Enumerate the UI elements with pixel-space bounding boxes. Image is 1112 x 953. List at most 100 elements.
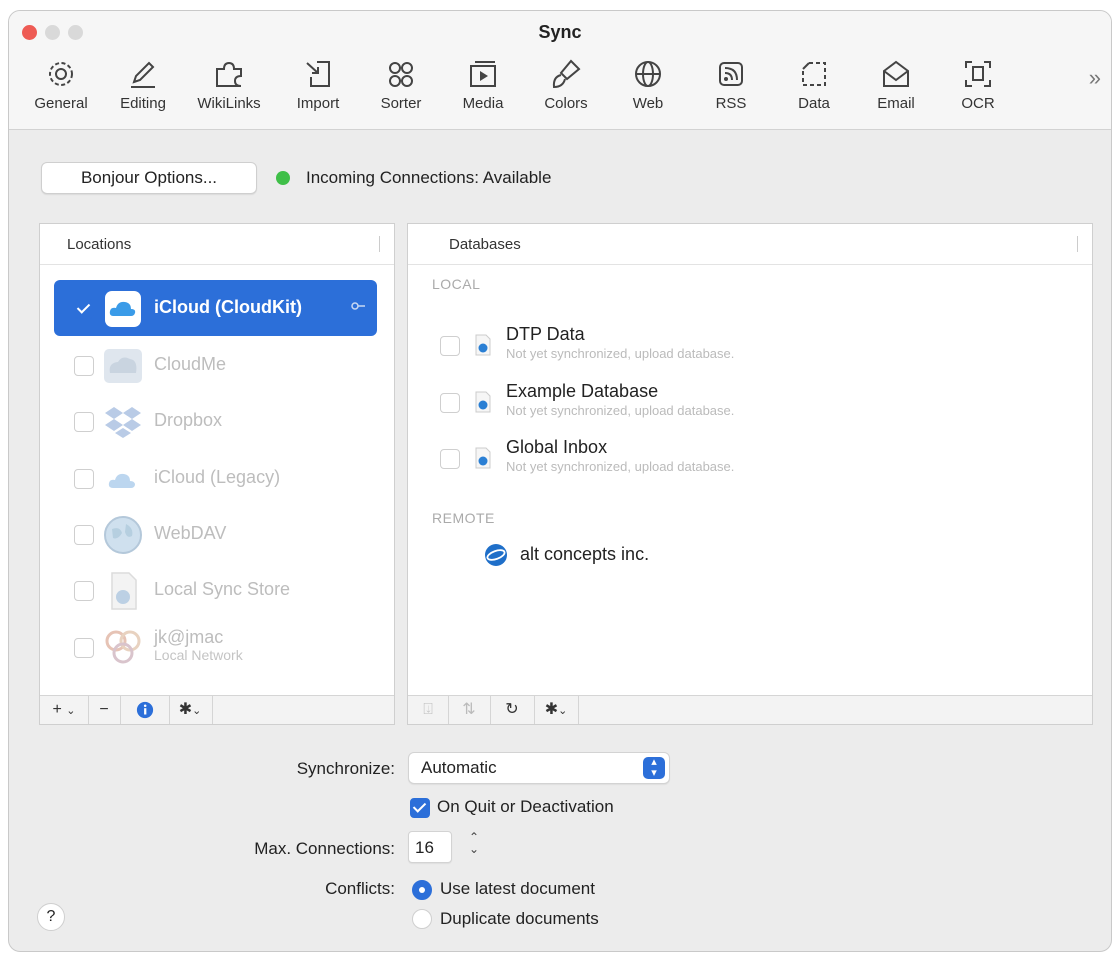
database-checkbox[interactable] [440, 336, 460, 356]
location-checkbox[interactable] [74, 638, 94, 658]
toolbar-overflow-chevron-icon[interactable]: » [1089, 65, 1101, 91]
toolbar-email[interactable]: Email [857, 57, 935, 117]
synchronize-value: Automatic [421, 758, 497, 777]
location-checkbox[interactable] [74, 299, 94, 319]
toolbar-email-label: Email [877, 95, 915, 112]
database-actions-button[interactable]: ✱⌄ [534, 696, 579, 724]
envelope-icon [883, 60, 909, 87]
toolbar-sorter[interactable]: Sorter [362, 57, 440, 117]
location-icloud-legacy[interactable]: iCloud (Legacy) [54, 450, 377, 506]
toolbar-colors-label: Colors [544, 95, 588, 112]
remove-location-button[interactable]: − [88, 696, 121, 724]
refresh-button[interactable]: ↻ [490, 696, 535, 724]
toolbar-wikilinks[interactable]: WikiLinks [190, 57, 268, 117]
gear-action-icon: ✱ [178, 701, 193, 718]
databases-header: Databases [408, 224, 1092, 265]
import-icon [306, 61, 330, 87]
database-row-example-database[interactable]: Example Database Not yet synchronized, u… [440, 381, 1040, 431]
location-checkbox[interactable] [74, 525, 94, 545]
dropbox-icon [105, 407, 141, 438]
bonjour-network-icon [105, 630, 141, 664]
bonjour-options-button[interactable]: Bonjour Options... [41, 162, 257, 194]
connection-status-dot [276, 171, 290, 185]
remote-database-name: alt concepts inc. [520, 544, 650, 564]
toolbar-data-label: Data [798, 95, 830, 112]
toolbar-data[interactable]: Data [775, 57, 853, 117]
max-connections-stepper[interactable]: ⌃ ⌄ [464, 831, 484, 861]
conflict-option-latest: Use latest document [440, 879, 595, 898]
database-name: Global Inbox [506, 437, 608, 457]
sort-arrows-icon: ⇅ [462, 701, 476, 718]
key-icon [351, 302, 365, 310]
locations-pane: Locations iCloud (CloudKit) CloudMe Drop… [39, 223, 395, 725]
database-row-global-inbox[interactable]: Global Inbox Not yet synchronized, uploa… [440, 437, 1040, 487]
toolbar-general-label: General [34, 95, 88, 112]
locations-footer: + ⌄ − ✱⌄ [40, 695, 394, 724]
pencil-icon [131, 61, 155, 88]
add-location-button[interactable]: + ⌄ [40, 696, 89, 724]
location-webdav[interactable]: WebDAV [54, 506, 377, 562]
conflict-option-duplicate: Duplicate documents [440, 909, 599, 928]
database-row-dtp-data[interactable]: DTP Data Not yet synchronized, upload da… [440, 324, 1040, 374]
help-button[interactable]: ? [37, 903, 65, 931]
location-local-sync-store[interactable]: Local Sync Store [54, 562, 377, 618]
database-status: Not yet synchronized, upload database. [506, 403, 735, 418]
toolbar-media[interactable]: Media [444, 57, 522, 117]
location-actions-button[interactable]: ✱⌄ [168, 696, 213, 724]
toolbar-import-label: Import [296, 95, 340, 112]
gear-action-icon: ✱ [544, 701, 559, 718]
location-name: iCloud (CloudKit) [154, 297, 302, 317]
location-name: WebDAV [154, 523, 227, 543]
synchronize-label: Synchronize: [296, 759, 395, 778]
window-title: Sync [538, 22, 582, 42]
location-checkbox[interactable] [74, 412, 94, 432]
location-subtitle: Local Network [154, 647, 243, 663]
database-name: DTP Data [506, 324, 585, 344]
location-checkbox[interactable] [74, 581, 94, 601]
toolbar-rss[interactable]: RSS [692, 57, 770, 117]
import-database-button[interactable]: ⍗ [408, 696, 449, 724]
toolbar-editing-label: Editing [120, 95, 166, 112]
conflict-radio-latest[interactable] [412, 880, 432, 900]
cloudme-icon [104, 349, 142, 383]
location-cloudme[interactable]: CloudMe [54, 337, 377, 393]
ocr-icon [965, 61, 991, 87]
location-info-button[interactable] [120, 696, 170, 724]
toolbar-editing[interactable]: Editing [104, 57, 182, 117]
remote-database-row[interactable]: alt concepts inc. [484, 542, 884, 572]
webdav-globe-icon [104, 516, 142, 554]
location-checkbox[interactable] [74, 356, 94, 376]
toolbar-ocr-label: OCR [961, 95, 995, 112]
icloud-legacy-icon [108, 473, 135, 488]
database-status: Not yet synchronized, upload database. [506, 459, 735, 474]
local-sync-store-icon [111, 572, 137, 610]
location-checkbox[interactable] [74, 469, 94, 489]
database-status: Not yet synchronized, upload database. [506, 346, 735, 361]
toolbar-sorter-label: Sorter [380, 95, 422, 112]
sync-direction-button[interactable]: ⇅ [448, 696, 491, 724]
popup-chevron-icon: ▴ ▾ [643, 757, 665, 779]
conflict-radio-duplicate[interactable] [412, 909, 432, 929]
on-quit-checkbox[interactable] [410, 798, 430, 818]
puzzle-icon [216, 61, 242, 87]
on-quit-label: On Quit or Deactivation [437, 797, 614, 816]
refresh-icon: ↻ [505, 701, 519, 718]
location-icloud-cloudkit[interactable]: iCloud (CloudKit) [54, 280, 377, 336]
toolbar-import[interactable]: Import [279, 57, 357, 117]
toolbar-ocr[interactable]: OCR [939, 57, 1017, 117]
location-name: iCloud (Legacy) [154, 467, 281, 487]
rss-icon [719, 62, 743, 86]
toolbar-colors[interactable]: Colors [527, 57, 605, 117]
synchronize-popup[interactable]: Automatic ▴ ▾ [408, 752, 670, 784]
toolbar-web[interactable]: Web [609, 57, 687, 117]
database-file-icon [475, 391, 491, 413]
database-checkbox[interactable] [440, 449, 460, 469]
location-dropbox[interactable]: Dropbox [54, 393, 377, 449]
location-local-network[interactable]: jk@jmac Local Network [54, 619, 377, 675]
globe-icon [635, 61, 661, 87]
toolbar-wikilinks-label: WikiLinks [197, 95, 261, 112]
toolbar-general[interactable]: General [22, 57, 100, 117]
database-checkbox[interactable] [440, 393, 460, 413]
max-connections-field[interactable]: 16 [408, 831, 452, 863]
database-name: Example Database [506, 381, 659, 401]
